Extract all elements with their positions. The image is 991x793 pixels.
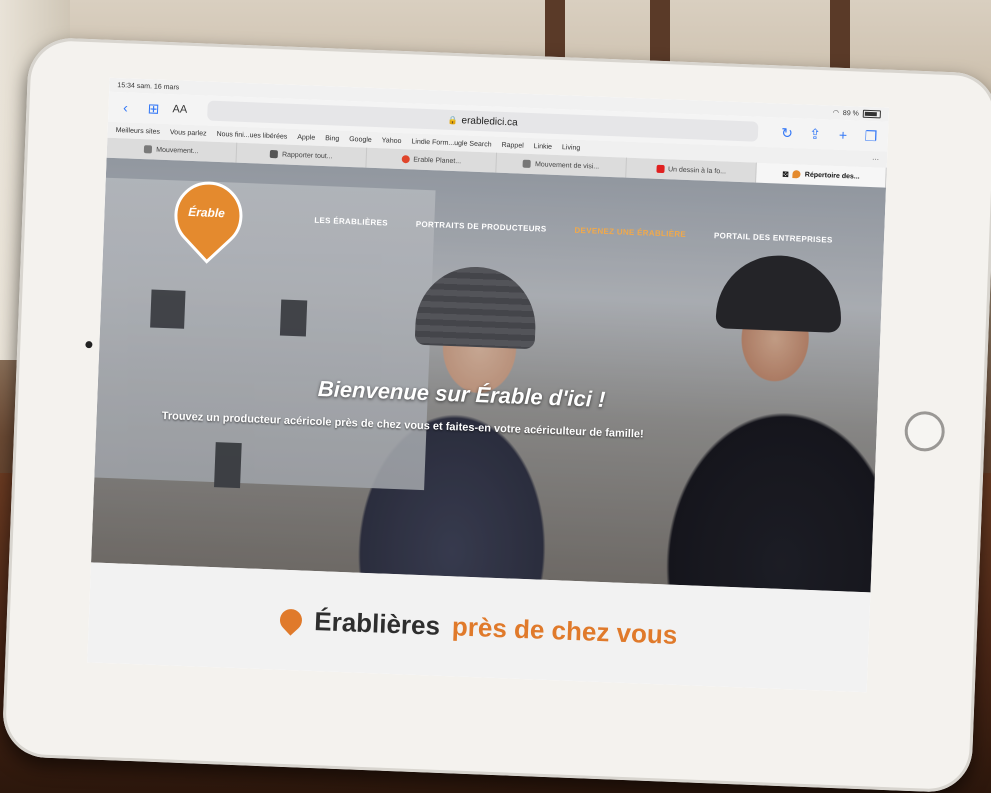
favorite-item[interactable]: Vous parlez bbox=[170, 129, 207, 137]
lock-icon: 🔒 bbox=[447, 115, 458, 125]
favorite-item[interactable]: Yahoo bbox=[382, 137, 402, 145]
share-icon[interactable]: ⇪ bbox=[806, 125, 825, 143]
youtube-icon bbox=[655, 164, 665, 174]
tab-favicon-icon bbox=[269, 149, 279, 159]
tab-favicon-icon bbox=[792, 170, 802, 179]
back-icon[interactable]: ‹ bbox=[116, 99, 135, 116]
section-title: Érablières bbox=[313, 605, 441, 641]
close-tab-icon[interactable]: ⊠ bbox=[782, 169, 789, 178]
home-button[interactable] bbox=[903, 410, 946, 453]
url-text: erabledici.ca bbox=[461, 114, 518, 128]
tab-favicon-icon bbox=[144, 145, 153, 154]
favorite-item[interactable]: Nous fini...ues libérées bbox=[216, 130, 287, 140]
tab-label: Mouvement de visi... bbox=[534, 160, 600, 171]
ipad-device: 15:34 sam. 16 mars ◠ 89 % ‹ ⊞ AA 🔒 erabl… bbox=[1, 36, 991, 793]
tabs-overview-icon[interactable]: ❐ bbox=[862, 127, 881, 145]
location-pin-icon bbox=[275, 604, 307, 636]
tab-favicon-icon bbox=[401, 155, 410, 164]
reload-icon[interactable]: ↻ bbox=[778, 124, 797, 142]
tab-label: Un dessin à la fo... bbox=[667, 165, 727, 175]
tab-label: Répertoire des... bbox=[804, 171, 860, 181]
screen: 15:34 sam. 16 mars ◠ 89 % ‹ ⊞ AA 🔒 erabl… bbox=[87, 77, 890, 693]
section-title-accent: près de chez vous bbox=[451, 610, 678, 650]
favorite-item[interactable]: Lindie Form...ugle Search bbox=[411, 138, 491, 148]
status-right: ◠ 89 % bbox=[833, 109, 881, 119]
status-time: 15:34 bbox=[117, 81, 136, 90]
reader-button[interactable]: AA bbox=[172, 103, 187, 116]
more-icon[interactable]: ··· bbox=[872, 156, 879, 163]
status-time-date: 15:34 sam. 16 mars bbox=[117, 82, 179, 91]
favorite-item[interactable]: Linkie bbox=[534, 143, 553, 151]
status-date: sam. 16 mars bbox=[136, 82, 180, 91]
tab-label: Rapporter tout... bbox=[281, 150, 333, 160]
favorite-item[interactable]: Google bbox=[349, 136, 372, 144]
favorite-item[interactable]: Rappel bbox=[501, 141, 523, 149]
favorite-item[interactable]: Living bbox=[562, 144, 581, 152]
tab-favicon-icon bbox=[522, 159, 532, 169]
bookmarks-icon[interactable]: ⊞ bbox=[144, 100, 163, 118]
battery-icon bbox=[862, 109, 881, 119]
tab-label: Erable Planet... bbox=[413, 155, 462, 165]
wifi-icon: ◠ bbox=[832, 109, 839, 117]
new-tab-icon[interactable]: + bbox=[834, 127, 853, 144]
favorite-item[interactable]: Bing bbox=[325, 135, 339, 143]
front-camera bbox=[85, 341, 93, 349]
site-logo-text: Érable bbox=[187, 204, 226, 221]
favorite-item[interactable]: Apple bbox=[297, 134, 315, 142]
hero-banner: Érable LES ÉRABLIÈRES PORTRAITS DE PRODU… bbox=[91, 157, 887, 593]
favorite-item[interactable]: Meilleurs sites bbox=[116, 127, 161, 136]
battery-percent: 89 % bbox=[842, 109, 859, 118]
tab-label: Mouvement... bbox=[156, 146, 199, 155]
